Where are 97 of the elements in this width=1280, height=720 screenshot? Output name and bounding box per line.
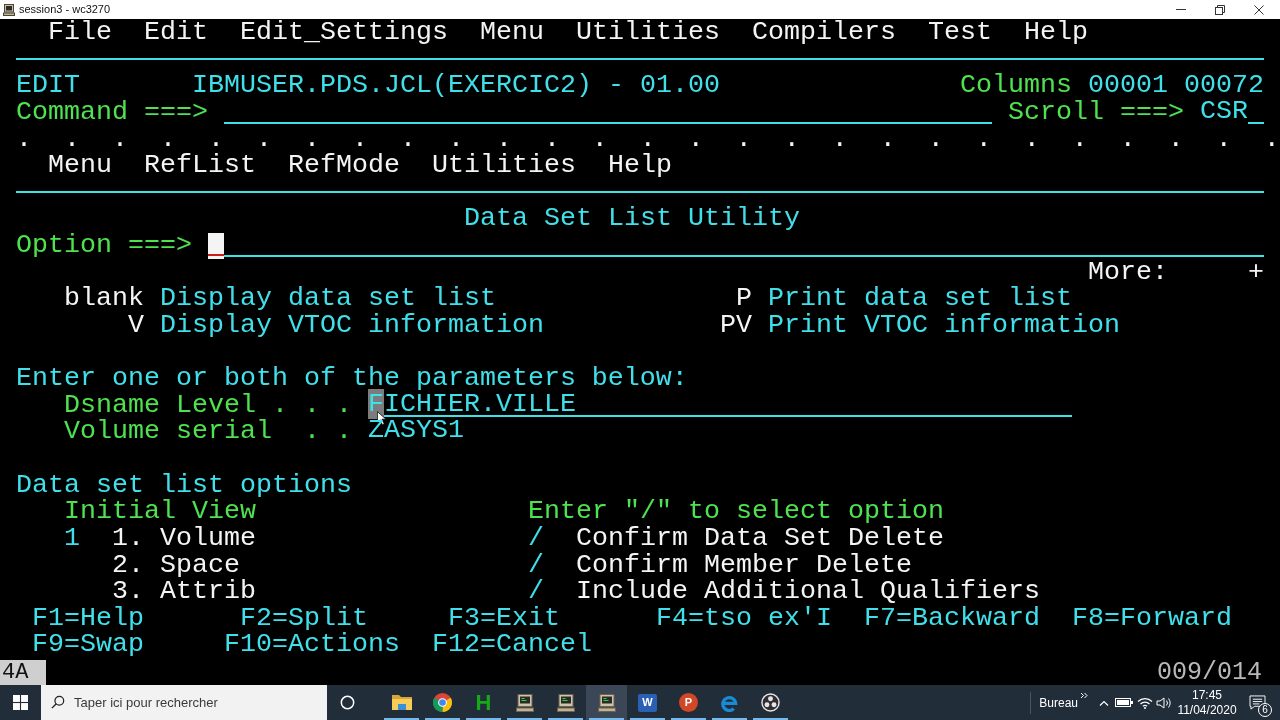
folder-icon [391, 694, 412, 711]
desktop-toolbar-label: Bureau [1039, 695, 1078, 710]
option-label: Option ===> [16, 232, 192, 259]
option-select-input[interactable]: / [528, 551, 544, 579]
pulldown-choice[interactable]: Menu [479, 19, 544, 46]
pulldown-choice[interactable]: Compilers [751, 19, 896, 46]
computer-icon [555, 692, 576, 713]
split-line-dots: . . . . . . . . . . . . . . . . . . . . . . . . . . . [16, 125, 1280, 153]
computer-icon [596, 692, 617, 713]
function-key-hint: F2=Split [240, 604, 368, 632]
function-key-hint: F1=Help [32, 604, 144, 632]
columns-label: Columns [960, 72, 1073, 99]
option-code: V [128, 311, 144, 339]
function-key-hint: F9=Swap [32, 631, 144, 658]
wifi-icon [1137, 696, 1153, 709]
letter-logo: H [475, 691, 492, 714]
four-pane-window-icon [13, 695, 28, 710]
option-choice: Confirm Data Set Delete [576, 524, 944, 552]
taskbar-app-button[interactable]: W [627, 685, 668, 720]
function-key-hint: F7=Backward [864, 604, 1040, 632]
search-field[interactable]: Taper ici pour rechercher [41, 685, 327, 720]
action-bar-item[interactable]: RefMode [288, 152, 400, 179]
circle-ring-icon [339, 695, 355, 710]
option-code: PV [720, 311, 752, 339]
clock-time: 17:45 [1192, 687, 1222, 703]
taskbar-app-button[interactable] [586, 685, 627, 720]
taskbar-app-button[interactable]: P [668, 685, 709, 720]
view-choice: 3. Attrib [112, 578, 256, 605]
option-description: Display VTOC information [160, 311, 544, 339]
double-chevron-icon [1080, 692, 1088, 699]
pulldown-choice[interactable]: Test [927, 19, 992, 46]
action-bar-item[interactable]: Utilities [431, 152, 576, 179]
minimize-icon [1175, 9, 1186, 10]
segmented-circle-icon [433, 693, 452, 712]
panel-title: Data Set List Utility [464, 205, 800, 232]
edit-mode-label: EDIT [16, 72, 80, 99]
option-select-input[interactable]: / [528, 524, 544, 552]
option-description: Print data set list [768, 285, 1072, 312]
view-choice: 2. Space [112, 551, 240, 579]
restore-icon [1214, 4, 1225, 15]
action-bar-item[interactable]: Help [607, 152, 672, 179]
letter-disc-logo: P [679, 693, 698, 712]
option-code: P [736, 285, 752, 312]
function-key-hint: F12=Cancel [432, 631, 592, 658]
pulldown-choice[interactable]: Edit [144, 19, 208, 46]
swirl-icon [720, 693, 739, 712]
chevron-up-icon [1099, 699, 1109, 706]
function-key-hint: F4=tso ex'I [656, 604, 832, 632]
more-indicator: + [1248, 258, 1264, 286]
action-bar-item[interactable]: RefList [144, 152, 256, 179]
option-description: Display data set list [160, 285, 496, 312]
function-key-hint: F10=Actions [224, 631, 400, 658]
option-description: Print VTOC information [768, 311, 1120, 339]
view-choice: 1. Volume [112, 524, 256, 552]
pulldown-choice[interactable]: Help [1023, 19, 1088, 46]
pulldown-choice[interactable]: File [48, 19, 112, 46]
search-icon [51, 695, 65, 709]
computer-icon [514, 692, 535, 713]
notification-count-badge: 6 [1258, 703, 1272, 717]
field-label: Volume serial . . [64, 418, 352, 445]
initial-view-input[interactable]: 1 [64, 524, 80, 552]
battery-icon [1115, 698, 1133, 707]
pulldown-choice[interactable]: Utilities [575, 19, 720, 46]
status-indicator: 4A [0, 659, 46, 685]
function-key-hint: F8=Forward [1072, 604, 1232, 632]
letter-tile-logo: W [638, 693, 657, 712]
window-title: session3 - wc3270 [19, 3, 111, 16]
select-instructions: Enter "/" to select option [528, 498, 944, 525]
option-choice: Include Additional Qualifiers [576, 578, 1040, 605]
dataset-name: IBMUSER.PDS.JCL(EXERCIC2) - 01.00 [192, 72, 720, 99]
option-select-input[interactable]: / [528, 578, 544, 605]
clock-date: 11/04/2020 [1177, 702, 1237, 718]
aperture-ring-icon [761, 693, 780, 712]
scroll-label: Scroll ===> [1007, 98, 1184, 126]
field-label: Dsname Level . . . [64, 391, 352, 419]
list-options-heading: Data set list options [16, 471, 352, 499]
option-input[interactable] [207, 232, 1264, 257]
text-input[interactable]: ZASYS1 [367, 418, 464, 444]
first-column-number: 00001 [1088, 72, 1168, 99]
computer-icon [3, 3, 15, 16]
cursor-position: 009/014 [1156, 659, 1262, 685]
pulldown-choice[interactable]: Edit_Settings [240, 19, 448, 46]
parameters-heading: Enter one or both of the parameters below: [16, 365, 688, 392]
taskbar-app-button[interactable]: H [463, 685, 504, 720]
more-label: More: [1088, 258, 1168, 286]
command-label: Command ===> [16, 98, 208, 126]
scroll-input[interactable]: CSR [1199, 98, 1264, 124]
text-input[interactable]: FICHIER.VILLE [367, 391, 1072, 417]
last-column-number: 00072 [1184, 72, 1264, 99]
notifications-button[interactable]: 6 [1242, 685, 1272, 720]
speaker-icon [1156, 696, 1172, 709]
initial-view-label: Initial View [64, 498, 256, 525]
function-key-hint: F3=Exit [448, 604, 560, 632]
option-code: blank [64, 285, 144, 312]
action-bar-item[interactable]: Menu [48, 152, 112, 179]
option-choice: Confirm Member Delete [576, 551, 912, 579]
close-icon [1253, 4, 1264, 15]
